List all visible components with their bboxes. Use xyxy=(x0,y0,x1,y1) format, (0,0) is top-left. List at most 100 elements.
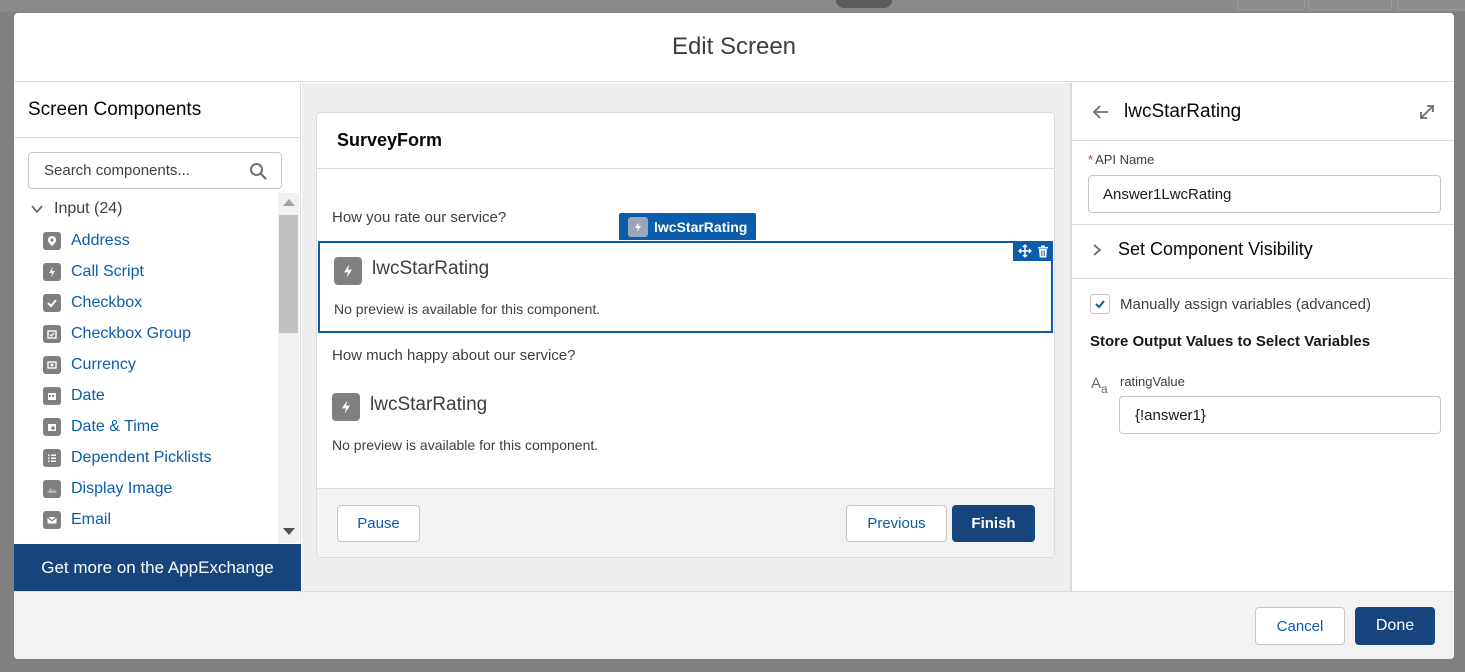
screen-components-panel: Screen Components Input (24) xyxy=(14,83,301,591)
edit-screen-modal: Edit Screen Screen Components Input (24) xyxy=(14,13,1454,659)
scroll-down-arrow-icon[interactable] xyxy=(283,528,295,535)
properties-header: lwcStarRating xyxy=(1072,83,1454,141)
component-item-email[interactable]: Email xyxy=(14,504,276,535)
component-label: Currency xyxy=(71,355,136,373)
component-preview-note: No preview is available for this compone… xyxy=(332,437,599,453)
component-preview-note: No preview is available for this compone… xyxy=(334,301,601,317)
appexchange-link[interactable]: Get more on the AppExchange xyxy=(14,544,301,591)
component-name: lwcStarRating xyxy=(372,258,490,279)
question-2-text[interactable]: How much happy about our service? xyxy=(332,347,575,364)
checkbox-group-icon xyxy=(43,324,61,343)
screen-footer: Pause Previous Finish xyxy=(317,488,1054,557)
star-rating-component[interactable]: lwcStarRating No preview is available fo… xyxy=(318,379,1053,471)
search-input[interactable] xyxy=(29,153,239,188)
lightning-icon xyxy=(334,257,362,285)
rating-value-label: ratingValue xyxy=(1120,374,1185,389)
lightning-icon xyxy=(332,393,360,421)
component-actions xyxy=(1013,241,1053,261)
picklist-icon xyxy=(43,448,61,467)
modal-footer: Cancel Done xyxy=(14,591,1454,659)
search-icon[interactable] xyxy=(249,162,267,180)
screen-card: SurveyForm How you rate our service? lwc… xyxy=(316,112,1055,558)
screen-components-title: Screen Components xyxy=(14,83,300,138)
screen-canvas: SurveyForm How you rate our service? lwc… xyxy=(302,83,1070,591)
cancel-button[interactable]: Cancel xyxy=(1255,607,1345,645)
currency-icon xyxy=(43,355,61,374)
components-list: Input (24) Address Call Script Checkbox … xyxy=(14,193,276,543)
input-group-label: Input (24) xyxy=(54,200,123,217)
component-label: Checkbox xyxy=(71,293,143,311)
input-group-toggle[interactable]: Input (24) xyxy=(14,193,276,225)
background-toggle xyxy=(836,0,892,8)
component-item-call-script[interactable]: Call Script xyxy=(14,256,276,287)
done-button[interactable]: Done xyxy=(1355,607,1435,645)
component-name: lwcStarRating xyxy=(370,394,488,415)
finish-button[interactable]: Finish xyxy=(952,505,1035,542)
component-label: Checkbox Group xyxy=(71,324,192,342)
component-label: Date & Time xyxy=(71,417,160,435)
expand-icon[interactable] xyxy=(1418,103,1436,121)
manual-assign-checkbox[interactable]: Manually assign variables (advanced) xyxy=(1090,294,1371,314)
image-icon xyxy=(43,479,61,498)
output-values-heading: Store Output Values to Select Variables xyxy=(1090,333,1371,350)
calendar-icon xyxy=(43,386,61,405)
component-item-display-image[interactable]: Display Image xyxy=(14,473,276,504)
svg-text:a: a xyxy=(1101,382,1108,395)
background-button xyxy=(1308,0,1392,10)
api-name-label-text: API Name xyxy=(1095,152,1155,167)
chevron-right-icon xyxy=(1093,243,1102,256)
background-button xyxy=(1237,0,1305,10)
component-item-currency[interactable]: Currency xyxy=(14,349,276,380)
lightning-icon xyxy=(628,216,648,237)
component-label: Date xyxy=(71,386,105,404)
datetime-icon xyxy=(43,417,61,436)
checkbox-icon xyxy=(43,293,61,312)
location-icon xyxy=(43,231,61,250)
chevron-down-icon xyxy=(31,205,43,214)
question-1-text[interactable]: How you rate our service? xyxy=(332,209,506,226)
component-label: Display Image xyxy=(71,479,173,497)
component-item-dependent-picklists[interactable]: Dependent Picklists xyxy=(14,442,276,473)
component-item-address[interactable]: Address xyxy=(14,225,276,256)
component-label: Email xyxy=(71,510,112,528)
modal-header: Edit Screen xyxy=(14,13,1454,82)
email-icon xyxy=(43,510,61,529)
back-arrow-icon[interactable] xyxy=(1092,103,1110,121)
component-item-date-time[interactable]: Date & Time xyxy=(14,411,276,442)
checkmark-icon xyxy=(1095,300,1105,309)
screen-title: SurveyForm xyxy=(317,113,1054,169)
scroll-up-arrow-icon[interactable] xyxy=(283,199,295,206)
move-icon[interactable] xyxy=(1017,244,1032,258)
components-scrollbar[interactable] xyxy=(278,193,299,543)
divider xyxy=(1072,224,1454,225)
component-item-checkbox-group[interactable]: Checkbox Group xyxy=(14,318,276,349)
api-name-input[interactable]: Answer1LwcRating xyxy=(1088,175,1441,213)
checkbox[interactable] xyxy=(1090,294,1110,314)
component-label: Dependent Picklists xyxy=(71,448,212,466)
pause-button[interactable]: Pause xyxy=(337,505,420,542)
search-box xyxy=(28,152,282,189)
divider xyxy=(1072,278,1454,279)
text-variable-icon: A a xyxy=(1091,375,1108,395)
api-name-label: * API Name xyxy=(1088,152,1154,167)
component-label: Call Script xyxy=(71,262,144,280)
modal-title: Edit Screen xyxy=(671,33,797,60)
background-button xyxy=(1397,0,1465,10)
selected-component-tag: lwcStarRating xyxy=(619,213,757,240)
scrollbar-thumb[interactable] xyxy=(279,215,298,333)
properties-title: lwcStarRating xyxy=(1124,101,1242,122)
component-visibility-toggle[interactable]: Set Component Visibility xyxy=(1090,239,1313,260)
lightning-icon xyxy=(43,262,61,281)
svg-text:A: A xyxy=(1091,375,1101,392)
previous-button[interactable]: Previous xyxy=(846,505,947,542)
delete-icon[interactable] xyxy=(1037,245,1049,258)
selected-component-tag-label: lwcStarRating xyxy=(654,218,748,235)
component-item-checkbox[interactable]: Checkbox xyxy=(14,287,276,318)
component-item-date[interactable]: Date xyxy=(14,380,276,411)
manual-assign-label: Manually assign variables (advanced) xyxy=(1120,295,1371,313)
component-label: Address xyxy=(71,231,130,249)
rating-value-input[interactable]: {!answer1} xyxy=(1119,396,1441,434)
star-rating-component-selected[interactable]: lwcStarRating No preview is available fo… xyxy=(318,241,1053,333)
modal-body: Screen Components Input (24) xyxy=(14,83,1454,591)
properties-panel: lwcStarRating * API Name Answer1LwcRating… xyxy=(1070,83,1454,591)
